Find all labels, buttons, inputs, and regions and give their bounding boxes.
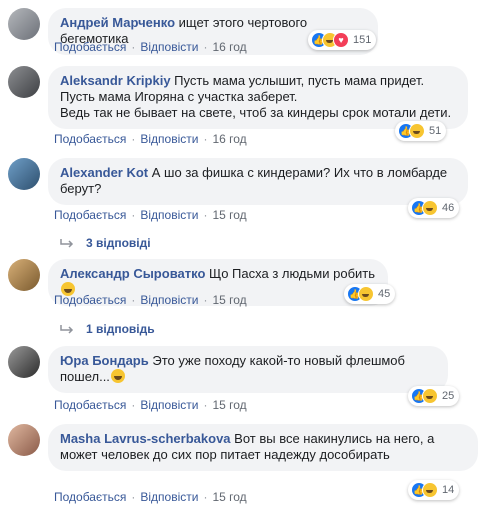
comment-author[interactable]: Андрей Марченко bbox=[60, 15, 175, 30]
reaction-summary[interactable]: 👍 51 bbox=[395, 121, 447, 141]
like-link[interactable]: Подобається bbox=[54, 40, 126, 54]
avatar[interactable] bbox=[8, 158, 40, 190]
comment-time[interactable]: 15 год bbox=[212, 293, 246, 307]
avatar[interactable] bbox=[8, 259, 40, 291]
haha-icon bbox=[422, 200, 438, 216]
reply-arrow-icon bbox=[60, 325, 74, 334]
comment-time[interactable]: 15 год bbox=[212, 398, 246, 412]
reply-link[interactable]: Відповісти bbox=[140, 398, 198, 412]
avatar[interactable] bbox=[8, 66, 40, 98]
view-replies-link[interactable]: 3 відповіді bbox=[60, 236, 151, 250]
view-replies-link[interactable]: 1 відповідь bbox=[60, 322, 155, 336]
haha-icon bbox=[409, 123, 425, 139]
reply-link[interactable]: Відповісти bbox=[140, 293, 198, 307]
like-link[interactable]: Подобається bbox=[54, 398, 126, 412]
like-link[interactable]: Подобається bbox=[54, 208, 126, 222]
avatar[interactable] bbox=[8, 346, 40, 378]
comment-text: Що Пасха з людьми робить bbox=[209, 266, 376, 281]
comment-author[interactable]: Alexander Kot bbox=[60, 165, 148, 180]
reaction-count: 46 bbox=[442, 202, 455, 214]
comment-bubble: Masha Lavrus-scherbakova Вот вы все наки… bbox=[48, 424, 478, 471]
reaction-summary[interactable]: 👍 14 bbox=[408, 480, 460, 500]
comment-text-line: пошел... bbox=[60, 369, 110, 384]
love-icon: ♥ bbox=[333, 32, 349, 48]
comment-time[interactable]: 15 год bbox=[212, 490, 246, 504]
reaction-count: 45 bbox=[378, 288, 391, 300]
reply-arrow-icon bbox=[60, 239, 74, 248]
comment-bubble: Alexander Kot А шо за фишка с киндерами?… bbox=[48, 158, 468, 205]
reply-link[interactable]: Відповісти bbox=[140, 208, 198, 222]
replies-count[interactable]: 1 відповідь bbox=[86, 322, 155, 336]
haha-icon bbox=[422, 482, 438, 498]
reply-link[interactable]: Відповісти bbox=[140, 490, 198, 504]
reaction-count: 14 bbox=[442, 484, 455, 496]
reply-link[interactable]: Відповісти bbox=[140, 40, 198, 54]
comment-text: Вот вы все накинулись на него, а bbox=[234, 431, 435, 446]
comment-actions: Подобається · Відповісти · 15 год bbox=[54, 490, 247, 504]
reaction-count: 25 bbox=[442, 390, 455, 402]
comment-author[interactable]: Юра Бондарь bbox=[60, 353, 149, 368]
comment: Alexander Kot А шо за фишка с киндерами?… bbox=[8, 158, 478, 218]
haha-icon bbox=[358, 286, 374, 302]
comment-bubble: Aleksandr Kripkiy Пусть мама услышит, пу… bbox=[48, 66, 468, 129]
comment-actions: Подобається · Відповісти · 16 год bbox=[54, 40, 247, 54]
comment-text: Это уже походу какой-то новый флешмоб bbox=[152, 353, 405, 368]
like-link[interactable]: Подобається bbox=[54, 132, 126, 146]
avatar[interactable] bbox=[8, 424, 40, 456]
comment: Юра Бондарь Это уже походу какой-то новы… bbox=[8, 346, 478, 406]
comment-text-line: может человек до сих пор питает надежду … bbox=[60, 447, 390, 462]
comment-text: А шо за фишка с киндерами? Их что в ломб… bbox=[151, 165, 448, 180]
comment-text-line: Ведь так не бывает на свете, чтоб за кин… bbox=[60, 105, 452, 120]
comment-actions: Подобається · Відповісти · 15 год bbox=[54, 208, 247, 222]
comment-text-line: берут? bbox=[60, 181, 102, 196]
comment-time[interactable]: 16 год bbox=[212, 132, 246, 146]
like-link[interactable]: Подобається bbox=[54, 293, 126, 307]
comment-time[interactable]: 16 год bbox=[212, 40, 246, 54]
comment-time[interactable]: 15 год bbox=[212, 208, 246, 222]
like-link[interactable]: Подобається bbox=[54, 490, 126, 504]
comment-actions: Подобається · Відповісти · 15 год bbox=[54, 293, 247, 307]
comment: Aleksandr Kripkiy Пусть мама услышит, пу… bbox=[8, 66, 478, 141]
reaction-summary[interactable]: 👍 46 bbox=[408, 198, 460, 218]
comment-text: Пусть мама услышит, пусть мама придет. bbox=[174, 73, 425, 88]
reaction-count: 51 bbox=[429, 125, 442, 137]
replies-count[interactable]: 3 відповіді bbox=[86, 236, 151, 250]
reaction-summary[interactable]: 👍 ♥ 151 bbox=[308, 30, 377, 50]
avatar[interactable] bbox=[8, 8, 40, 40]
comment-actions: Подобається · Відповісти · 16 год bbox=[54, 132, 247, 146]
reaction-count: 151 bbox=[353, 34, 372, 46]
reaction-summary[interactable]: 👍 25 bbox=[408, 386, 460, 406]
comment-actions: Подобається · Відповісти · 15 год bbox=[54, 398, 247, 412]
comment-author[interactable]: Александр Сыроватко bbox=[60, 266, 205, 281]
comment-bubble: Юра Бондарь Это уже походу какой-то новы… bbox=[48, 346, 448, 393]
reaction-summary[interactable]: 👍 45 bbox=[344, 284, 396, 304]
haha-icon bbox=[422, 388, 438, 404]
reply-link[interactable]: Відповісти bbox=[140, 132, 198, 146]
comment-author[interactable]: Aleksandr Kripkiy bbox=[60, 73, 171, 88]
comment: Masha Lavrus-scherbakova Вот вы все наки… bbox=[8, 424, 478, 500]
laughing-emoji-icon bbox=[110, 369, 125, 383]
comment-author[interactable]: Masha Lavrus-scherbakova bbox=[60, 431, 231, 446]
comment-text-line: Пусть мама Игоряна с участка заберет. bbox=[60, 89, 298, 104]
